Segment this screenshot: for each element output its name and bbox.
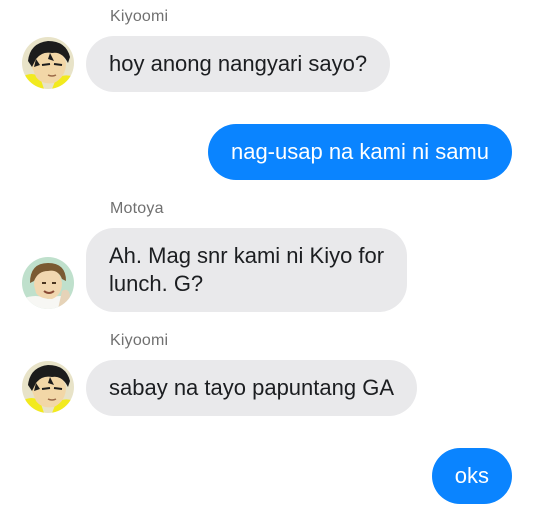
message-bubble-outgoing[interactable]: oks: [431, 448, 512, 504]
message-bubble-incoming[interactable]: sabay na tayo papuntang GA: [86, 360, 417, 416]
message-bubble-incoming[interactable]: Ah. Mag snr kami ni Kiyo for lunch. G?: [86, 228, 408, 312]
sender-name: Motoya: [110, 200, 164, 217]
motoya-avatar[interactable]: [22, 257, 74, 309]
message-text-line-2: lunch. G?: [109, 271, 204, 296]
message-bubble-incoming[interactable]: hoy anong nangyari sayo?: [86, 36, 391, 92]
kiyoomi-avatar[interactable]: [22, 361, 74, 413]
sender-name: Kiyoomi: [110, 332, 169, 349]
message-bubble-outgoing[interactable]: nag-usap na kami ni samu: [207, 124, 512, 180]
sender-name: Kiyoomi: [110, 8, 169, 25]
message-text-line-1: Ah. Mag snr kami ni Kiyo for: [109, 243, 385, 268]
message-text: sabay na tayo papuntang GA: [109, 375, 394, 400]
message-text: nag-usap na kami ni samu: [230, 139, 489, 164]
message-text: hoy anong nangyari sayo?: [109, 51, 368, 76]
kiyoomi-avatar[interactable]: [22, 37, 74, 89]
message-text: oks: [454, 463, 489, 488]
